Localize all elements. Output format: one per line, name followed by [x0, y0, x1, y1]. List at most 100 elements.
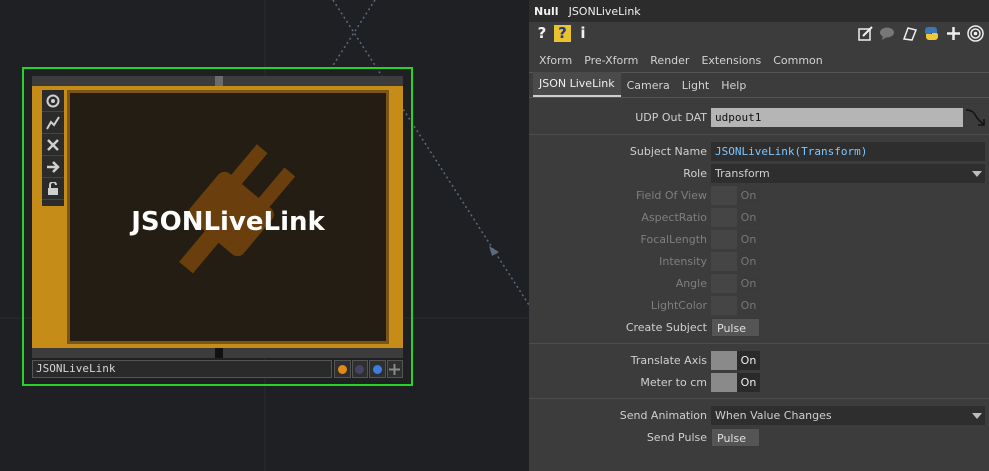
role-dropdown[interactable]: Transform [711, 164, 985, 183]
divider [529, 398, 989, 399]
bypass-icon[interactable] [42, 112, 64, 134]
param-label: FocalLength [640, 233, 707, 246]
chevron-down-icon [972, 413, 982, 419]
meter-to-cm-toggle[interactable]: On [711, 373, 760, 392]
toggle-state: On [737, 296, 760, 315]
param-role: Role Transform [529, 164, 989, 184]
param-intensity: Intensity On [529, 252, 989, 272]
tab-camera[interactable]: Camera [621, 79, 676, 97]
chevron-down-icon [972, 171, 982, 177]
node-body[interactable]: JSONLiveLink [32, 86, 403, 348]
info-icon[interactable]: i [573, 23, 593, 43]
param-label: Send Animation [619, 409, 707, 422]
operator-type: Null [534, 4, 559, 18]
close-icon[interactable] [42, 134, 64, 156]
target-icon[interactable] [965, 23, 985, 43]
node-name-field[interactable]: JSONLiveLink [32, 360, 332, 378]
role-value: Transform [715, 167, 770, 180]
tab-pre-xform[interactable]: Pre-Xform [578, 54, 644, 72]
edit-icon[interactable] [855, 23, 875, 43]
panel-title-bar: Null JSONLiveLink [529, 0, 989, 22]
toggle-knob [711, 373, 737, 392]
translate-axis-toggle[interactable]: On [711, 351, 760, 370]
operator-node[interactable]: JSONLiveLink JSONLiveLink [22, 67, 413, 386]
node-viewer[interactable]: JSONLiveLink [67, 90, 389, 344]
param-field-of-view: Field Of View On [529, 186, 989, 206]
param-udp-out-dat: UDP Out DAT udpout1 [529, 108, 989, 128]
page-tabs-row-2: JSON LiveLink Camera Light Help [529, 72, 989, 98]
arrow-right-icon[interactable] [42, 156, 64, 178]
aspect-ratio-toggle[interactable]: On [711, 208, 760, 227]
tab-common[interactable]: Common [767, 54, 829, 72]
divider [529, 134, 989, 135]
tab-extensions[interactable]: Extensions [695, 54, 767, 72]
python-help-icon[interactable]: ? [554, 24, 571, 42]
light-color-toggle[interactable]: On [711, 296, 760, 315]
toggle-knob [711, 208, 737, 227]
tab-help[interactable]: Help [715, 79, 752, 97]
param-angle: Angle On [529, 274, 989, 294]
udp-out-dat-field[interactable]: udpout1 [711, 108, 963, 127]
add-icon[interactable] [943, 23, 963, 43]
param-label: Subject Name [629, 145, 707, 158]
panel-toolbar: ? ? i [529, 22, 989, 44]
param-label: Create Subject [625, 321, 707, 334]
focal-length-toggle[interactable]: On [711, 230, 760, 249]
page-tabs-row-1: Xform Pre-Xform Render Extensions Common [529, 48, 989, 73]
python-help-label: ? [558, 24, 567, 42]
network-editor[interactable]: JSONLiveLink JSONLiveLink [0, 0, 529, 471]
python-icon[interactable] [921, 23, 941, 43]
angle-toggle[interactable]: On [711, 274, 760, 293]
create-subject-pulse-button[interactable]: Pulse [711, 318, 760, 337]
toggle-knob [711, 351, 737, 370]
display-flag-icon[interactable] [351, 360, 368, 378]
help-icon[interactable]: ? [532, 23, 552, 43]
param-label: AspectRatio [641, 211, 707, 224]
send-animation-dropdown[interactable]: When Value Changes [711, 406, 985, 425]
field-of-view-toggle[interactable]: On [711, 186, 760, 205]
wire-arrow-icon [489, 246, 499, 256]
subject-name-field[interactable]: JSONLiveLink(Transform) [711, 142, 985, 161]
toggle-knob [711, 274, 737, 293]
param-translate-axis: Translate Axis On [529, 351, 989, 371]
toggle-state: On [737, 373, 760, 392]
lock-icon[interactable] [42, 178, 64, 200]
param-meter-to-cm: Meter to cm On [529, 373, 989, 393]
node-side-toolbar [42, 90, 64, 206]
tab-json-livelink[interactable]: JSON LiveLink [533, 72, 621, 97]
intensity-toggle[interactable]: On [711, 252, 760, 271]
tab-render[interactable]: Render [644, 54, 695, 72]
toggle-state: On [737, 230, 760, 249]
toggle-state: On [737, 186, 760, 205]
node-output-strip[interactable] [32, 348, 403, 358]
tab-light[interactable]: Light [676, 79, 715, 97]
node-flags [334, 360, 403, 378]
param-send-animation: Send Animation When Value Changes [529, 406, 989, 426]
node-input-strip[interactable] [32, 76, 403, 86]
toggle-knob [711, 296, 737, 315]
param-label: Angle [675, 277, 707, 290]
toggle-knob [711, 252, 737, 271]
clone-icon[interactable] [899, 23, 919, 43]
send-pulse-button[interactable]: Pulse [711, 428, 760, 447]
wire-connection [329, 0, 376, 71]
param-subject-name: Subject Name JSONLiveLink(Transform) [529, 142, 989, 162]
move-icon[interactable] [386, 360, 403, 378]
param-aspect-ratio: AspectRatio On [529, 208, 989, 228]
comment-icon[interactable] [877, 23, 897, 43]
param-send-pulse: Send Pulse Pulse [529, 428, 989, 448]
cook-flag-icon[interactable] [334, 360, 351, 378]
param-label: Send Pulse [646, 431, 707, 444]
param-label: Intensity [659, 255, 707, 268]
tab-xform[interactable]: Xform [533, 54, 578, 72]
node-viewer-title: JSONLiveLink [131, 207, 325, 237]
render-flag-icon[interactable] [369, 360, 386, 378]
viewer-icon[interactable] [42, 90, 64, 112]
parameter-panel: Null JSONLiveLink ? ? i Xform Pre-Xform … [529, 0, 989, 471]
send-animation-value: When Value Changes [715, 409, 832, 422]
drag-target-icon[interactable] [965, 108, 987, 128]
operator-name[interactable]: JSONLiveLink [569, 5, 641, 18]
param-label: LightColor [650, 299, 707, 312]
param-focal-length: FocalLength On [529, 230, 989, 250]
toggle-state: On [737, 351, 760, 370]
